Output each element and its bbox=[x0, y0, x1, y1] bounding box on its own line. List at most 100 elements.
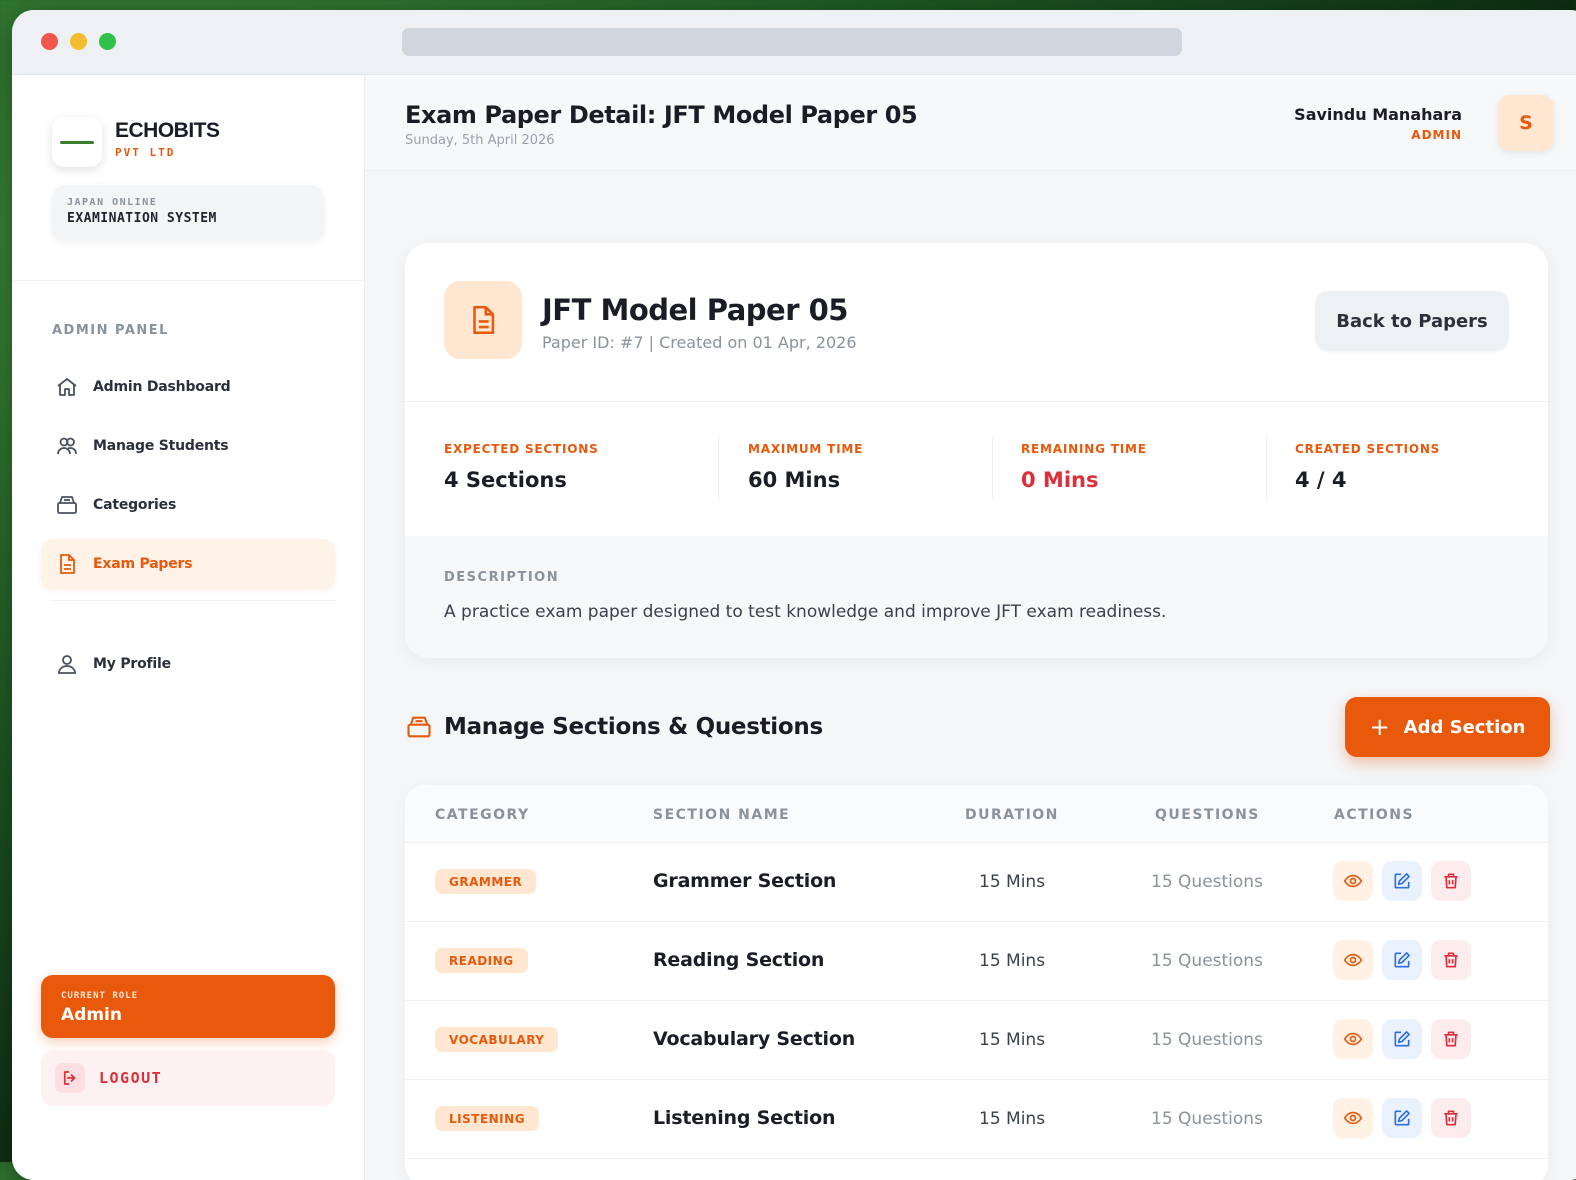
section-questions: 15 Questions bbox=[1151, 872, 1263, 892]
edit-section-button[interactable] bbox=[1382, 861, 1422, 901]
stat-value: 4 Sections bbox=[444, 468, 567, 492]
sidebar-item-label: Manage Students bbox=[93, 438, 229, 454]
logout-icon bbox=[55, 1063, 85, 1093]
edit-icon bbox=[1394, 952, 1410, 968]
brand-name: ECHOBITS bbox=[115, 119, 220, 142]
edit-section-button[interactable] bbox=[1382, 940, 1422, 980]
trash-icon bbox=[1444, 1031, 1458, 1047]
stat-divider bbox=[992, 437, 993, 499]
edit-icon bbox=[1394, 1031, 1410, 1047]
view-section-button[interactable] bbox=[1333, 940, 1373, 980]
section-name: Reading Section bbox=[653, 949, 825, 971]
user-role: ADMIN bbox=[1411, 128, 1462, 142]
box-icon bbox=[405, 713, 433, 741]
browser-titlebar bbox=[12, 10, 1576, 75]
table-row: READING Reading Section 15 Mins 15 Quest… bbox=[405, 921, 1548, 1001]
column-header-category: CATEGORY bbox=[435, 807, 530, 823]
document-icon bbox=[53, 550, 81, 578]
box-icon bbox=[53, 491, 81, 519]
stat-expected-sections: EXPECTED SECTIONS 4 Sections bbox=[444, 442, 599, 492]
table-row: GRAMMER Grammer Section 15 Mins 15 Quest… bbox=[405, 842, 1548, 922]
section-questions: 15 Questions bbox=[1151, 1109, 1263, 1129]
trash-icon bbox=[1444, 1110, 1458, 1126]
section-questions: 15 Questions bbox=[1151, 951, 1263, 971]
view-section-button[interactable] bbox=[1333, 1019, 1373, 1059]
paper-detail-card: JFT Model Paper 05 Paper ID: #7 | Create… bbox=[405, 243, 1548, 658]
eye-icon bbox=[1343, 1111, 1363, 1125]
eye-icon bbox=[1343, 1032, 1363, 1046]
section-name: Vocabulary Section bbox=[653, 1028, 856, 1050]
page-date: Sunday, 5th April 2026 bbox=[405, 133, 555, 148]
trash-icon bbox=[1444, 873, 1458, 889]
sidebar-item-categories[interactable]: Categories bbox=[41, 480, 335, 530]
page-title: Exam Paper Detail: JFT Model Paper 05 bbox=[405, 101, 918, 129]
category-badge: GRAMMER bbox=[435, 869, 537, 894]
table-row: LISTENING Listening Section 15 Mins 15 Q… bbox=[405, 1079, 1548, 1159]
sections-title: Manage Sections & Questions bbox=[444, 714, 823, 740]
view-section-button[interactable] bbox=[1333, 1098, 1373, 1138]
logout-button[interactable]: LOGOUT bbox=[41, 1050, 335, 1106]
system-name-line2: EXAMINATION SYSTEM bbox=[67, 211, 217, 226]
address-bar[interactable] bbox=[402, 28, 1182, 56]
system-name-line1: JAPAN ONLINE bbox=[67, 197, 158, 208]
sidebar-item-admin-dashboard[interactable]: Admin Dashboard bbox=[41, 362, 335, 412]
stat-label: REMAINING TIME bbox=[1021, 442, 1147, 456]
avatar[interactable]: S bbox=[1498, 95, 1554, 151]
table-header: CATEGORY SECTION NAME DURATION QUESTIONS… bbox=[405, 785, 1548, 843]
sidebar-item-manage-students[interactable]: Manage Students bbox=[41, 421, 335, 471]
paper-stats: EXPECTED SECTIONS 4 Sections MAXIMUM TIM… bbox=[405, 401, 1548, 538]
delete-section-button[interactable] bbox=[1431, 861, 1471, 901]
main-content: Exam Paper Detail: JFT Model Paper 05 Su… bbox=[365, 75, 1576, 1180]
users-icon bbox=[53, 432, 81, 460]
document-icon bbox=[444, 281, 522, 359]
add-section-label: Add Section bbox=[1403, 716, 1526, 738]
sections-table: CATEGORY SECTION NAME DURATION QUESTIONS… bbox=[405, 785, 1548, 1180]
current-role-label: CURRENT ROLE bbox=[61, 991, 139, 1001]
current-role-value: Admin bbox=[61, 1005, 122, 1025]
app-window: ECHOBITS PVT LTD JAPAN ONLINE EXAMINATIO… bbox=[12, 10, 1576, 1180]
sidebar-item-label: Categories bbox=[93, 497, 177, 513]
delete-section-button[interactable] bbox=[1431, 1019, 1471, 1059]
trash-icon bbox=[1444, 952, 1458, 968]
edit-icon bbox=[1394, 873, 1410, 889]
stat-divider bbox=[1266, 437, 1267, 499]
category-badge: VOCABULARY bbox=[435, 1027, 559, 1052]
section-duration: 15 Mins bbox=[979, 872, 1046, 892]
edit-section-button[interactable] bbox=[1382, 1019, 1422, 1059]
edit-section-button[interactable] bbox=[1382, 1098, 1422, 1138]
stat-value: 60 Mins bbox=[748, 468, 841, 492]
stat-label: EXPECTED SECTIONS bbox=[444, 442, 599, 456]
stat-value: 4 / 4 bbox=[1295, 468, 1347, 492]
plus-icon: + bbox=[1369, 713, 1390, 741]
paper-name: JFT Model Paper 05 bbox=[542, 293, 848, 327]
maximize-window-button[interactable] bbox=[99, 33, 116, 50]
stat-created-sections: CREATED SECTIONS 4 / 4 bbox=[1295, 442, 1440, 492]
add-section-button[interactable]: + Add Section bbox=[1345, 697, 1550, 757]
view-section-button[interactable] bbox=[1333, 861, 1373, 901]
section-duration: 15 Mins bbox=[979, 1109, 1046, 1129]
sidebar-item-my-profile[interactable]: My Profile bbox=[41, 639, 335, 689]
minimize-window-button[interactable] bbox=[70, 33, 87, 50]
section-name: Listening Section bbox=[653, 1107, 836, 1129]
column-header-section-name: SECTION NAME bbox=[653, 807, 791, 823]
sidebar-item-label: My Profile bbox=[93, 656, 171, 672]
brand-subtitle: PVT LTD bbox=[115, 146, 176, 159]
user-icon bbox=[53, 650, 81, 678]
stat-divider bbox=[718, 437, 719, 499]
category-badge: READING bbox=[435, 948, 528, 973]
sidebar-item-exam-papers[interactable]: Exam Papers bbox=[41, 539, 335, 589]
column-header-questions: QUESTIONS bbox=[1155, 807, 1260, 823]
sidebar: ECHOBITS PVT LTD JAPAN ONLINE EXAMINATIO… bbox=[12, 75, 365, 1180]
table-row: VOCABULARY Vocabulary Section 15 Mins 15… bbox=[405, 1000, 1548, 1080]
eye-icon bbox=[1343, 953, 1363, 967]
close-window-button[interactable] bbox=[41, 33, 58, 50]
stat-value: 0 Mins bbox=[1021, 468, 1099, 492]
section-duration: 15 Mins bbox=[979, 951, 1046, 971]
back-to-papers-button[interactable]: Back to Papers bbox=[1315, 291, 1509, 351]
eye-icon bbox=[1343, 874, 1363, 888]
delete-section-button[interactable] bbox=[1431, 940, 1471, 980]
stat-label: MAXIMUM TIME bbox=[748, 442, 864, 456]
delete-section-button[interactable] bbox=[1431, 1098, 1471, 1138]
page-header: Exam Paper Detail: JFT Model Paper 05 Su… bbox=[365, 75, 1576, 171]
section-duration: 15 Mins bbox=[979, 1030, 1046, 1050]
